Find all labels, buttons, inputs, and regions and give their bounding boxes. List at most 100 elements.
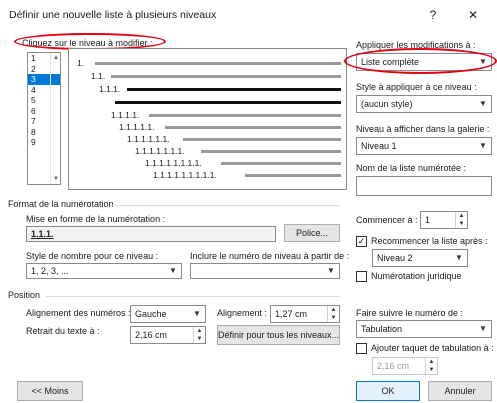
moins-button[interactable]: << Moins [17,381,83,401]
retrait-spinner[interactable]: ▲ ▼ [193,327,205,343]
style-nombre-value: 1, 2, 3, ... [31,266,69,276]
preview-line-1 [95,62,341,65]
position-section-label: Position [8,290,41,300]
definir-button[interactable]: Définir pour tous les niveaux... [217,325,340,345]
spin-up-icon[interactable]: ▲ [426,358,437,366]
preview-text-2: 1.1. [91,71,106,81]
alignement-num-combo[interactable]: Gauche ▼ [130,305,206,323]
position-separator [46,296,340,297]
preview-line-8 [201,150,341,153]
retrait-label: Retrait du texte à : [26,326,100,336]
alignement-input[interactable]: 1,27 cm ▲ ▼ [270,305,340,323]
spin-down-icon[interactable]: ▼ [426,366,437,374]
preview-line-2 [111,75,341,78]
gallery-label: Niveau à afficher dans la galerie : [356,124,490,134]
close-icon: ✕ [467,8,479,22]
spin-down-icon[interactable]: ▼ [194,335,205,343]
chevron-down-icon: ▼ [479,141,487,150]
annotation-ellipse-apply [344,48,497,74]
suivre-value: Tabulation [361,324,403,334]
ok-button[interactable]: OK [356,381,420,401]
scroll-down-icon[interactable]: ▼ [51,174,61,184]
annuler-button[interactable]: Annuler [428,381,492,401]
commencer-value: 1 [425,215,431,225]
spin-down-icon[interactable]: ▼ [328,314,339,322]
mise-label: Mise en forme de la numérotation : [26,214,166,224]
style-nombre-combo[interactable]: 1, 2, 3, ... ▼ [26,263,182,279]
preview-line-3 [127,88,341,91]
preview-pane: 1. 1.1. 1.1.1. 1.1.1.1. 1.1.1.1.1. 1.1.1… [68,48,347,190]
style-combo-value: (aucun style) [361,99,413,109]
chevron-down-icon: ▼ [193,309,201,318]
suivre-combo[interactable]: Tabulation ▼ [356,320,492,338]
alignement-num-label: Alignement des numéros : [26,308,131,318]
chevron-down-icon: ▼ [479,324,487,333]
alignement-num-value: Gauche [135,309,167,319]
alignement-label: Alignement : [217,308,268,318]
levels-list[interactable]: 123456789 ▲ ▼ [27,52,61,185]
dialog: Définir une nouvelle liste à plusieurs n… [0,0,497,403]
preview-line-10 [245,174,341,177]
preview-text-6: 1.1.1.1.1. [119,122,155,132]
inclure-label: Inclure le numéro de niveau à partir de … [190,251,350,261]
chevron-down-icon: ▼ [455,253,463,262]
spin-up-icon[interactable]: ▲ [328,306,339,314]
preview-text-1: 1. [77,58,85,68]
mise-input[interactable]: 1.1.1. [26,226,276,242]
check-icon: ✓ [357,236,366,246]
gallery-combo-value: Niveau 1 [361,141,397,151]
listname-label: Nom de la liste numérotée : [356,163,467,173]
preview-text-7: 1.1.1.1.1.1. [127,134,170,144]
inclure-combo[interactable]: ▼ [190,263,340,279]
gallery-combo[interactable]: Niveau 1 ▼ [356,137,492,155]
spin-down-icon[interactable]: ▼ [456,220,467,228]
listname-input[interactable] [356,176,492,196]
commencer-spinner[interactable]: ▲ ▼ [455,212,467,228]
preview-text-9: 1.1.1.1.1.1.1.1. [145,158,202,168]
preview-line-9 [221,162,341,165]
recommencer-checkbox[interactable]: ✓ [356,236,367,247]
retrait-value: 2,16 cm [135,330,168,340]
levels-scrollbar[interactable]: ▲ ▼ [50,53,60,184]
taquet-input[interactable]: 2,16 cm ▲ ▼ [372,357,438,375]
format-separator [110,205,340,206]
scroll-up-icon[interactable]: ▲ [51,53,61,63]
mise-value: 1.1.1. [31,229,54,239]
preview-text-5: 1.1.1.1. [111,110,140,120]
style-combo[interactable]: (aucun style) ▼ [356,95,492,113]
chevron-down-icon: ▼ [327,266,335,275]
juridique-label: Numérotation juridique [371,271,462,281]
commencer-input[interactable]: 1 ▲ ▼ [420,211,468,229]
recommencer-combo[interactable]: Niveau 2 ▼ [372,249,468,267]
style-nombre-label: Style de nombre pour ce niveau : [26,251,159,261]
chevron-down-icon: ▼ [479,99,487,108]
taquet-spinner[interactable]: ▲ ▼ [425,358,437,374]
close-button[interactable]: ✕ [458,4,488,26]
alignement-spinner[interactable]: ▲ ▼ [327,306,339,322]
commencer-label: Commencer à : [356,215,418,225]
alignement-value: 1,27 cm [275,309,308,319]
help-icon: ? [429,8,437,22]
taquet-label: Ajouter taquet de tabulation à : [371,343,494,353]
preview-line-7 [183,138,341,141]
chevron-down-icon: ▼ [169,266,177,275]
preview-line-4 [115,101,341,104]
taquet-value: 2,16 cm [377,361,410,371]
spin-up-icon[interactable]: ▲ [194,327,205,335]
suivre-label: Faire suivre le numéro de : [356,308,464,318]
style-label: Style à appliquer à ce niveau : [356,82,477,92]
window-title: Définir une nouvelle liste à plusieurs n… [9,9,217,21]
preview-text-3: 1.1.1. [99,84,121,94]
preview-line-5 [149,114,341,117]
recommencer-value: Niveau 2 [377,253,413,263]
help-button[interactable]: ? [418,4,448,26]
recommencer-label: Recommencer la liste après : [371,236,488,246]
police-button[interactable]: Police... [284,224,340,242]
format-section-label: Format de la numérotation [8,199,114,209]
juridique-checkbox[interactable] [356,271,367,282]
preview-line-6 [165,126,341,129]
taquet-checkbox[interactable] [356,343,367,354]
retrait-input[interactable]: 2,16 cm ▲ ▼ [130,326,206,344]
spin-up-icon[interactable]: ▲ [456,212,467,220]
preview-text-10: 1.1.1.1.1.1.1.1.1. [153,170,217,180]
